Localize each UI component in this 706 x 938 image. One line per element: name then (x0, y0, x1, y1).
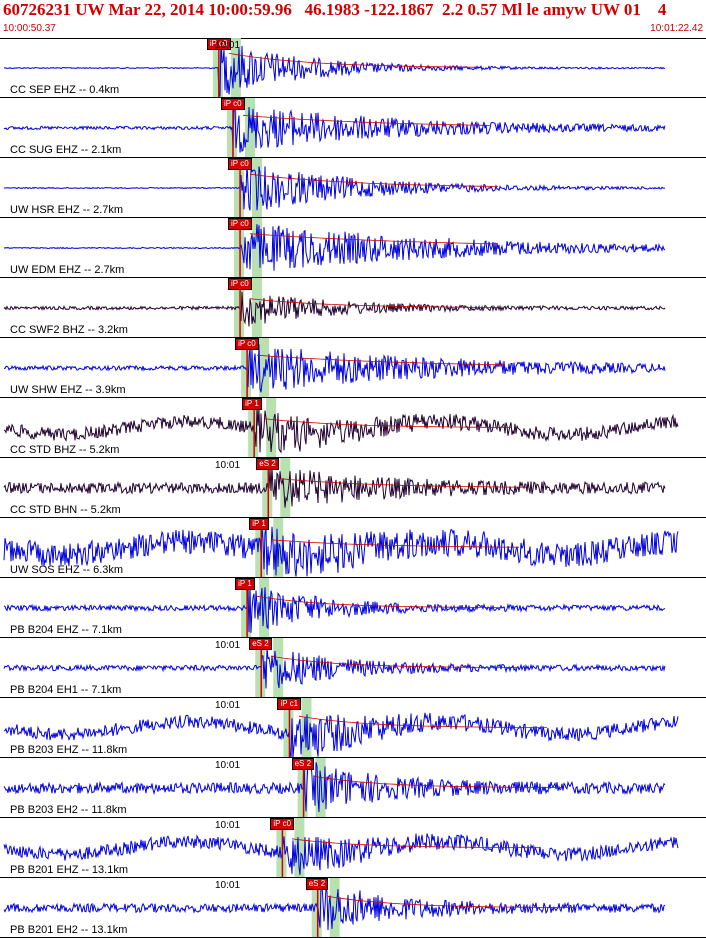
event-title: 60726231 UW Mar 22, 2014 10:00:59.96 46.… (3, 0, 667, 19)
station-channel-label: PB B204 EHZ -- 7.1km (10, 624, 122, 636)
seismogram-panels: iP c0 10:01 CC SEP EHZ -- 0.4km iP c0 CC SUG… (0, 38, 706, 938)
phase-pick-label[interactable]: eS 2 (305, 878, 329, 890)
seismogram-panel[interactable]: eS 2 10:01 PB B201 EH2 -- 13.1km (0, 878, 706, 938)
waveform-trace (3, 466, 666, 508)
seismogram-panel[interactable]: eS 2 10:01 PB B204 EH1 -- 7.1km (0, 638, 706, 698)
start-time-label: 10:00:50.37 (3, 23, 56, 34)
seismogram-panel[interactable]: iP c0 UW SHW EHZ -- 3.9km (0, 338, 706, 398)
seismogram-panel[interactable]: iP 1 CC STD BHZ -- 5.2km (0, 398, 706, 458)
phase-pick-label[interactable]: iP c0 (228, 218, 252, 230)
phase-pick-label[interactable]: eS 2 (256, 458, 279, 470)
time-tick-label: 10:01 (215, 640, 241, 651)
phase-pick-label[interactable]: eS 2 (249, 638, 272, 650)
phase-pick-label[interactable]: iP c0 (228, 158, 252, 170)
station-channel-label: CC SUG EHZ -- 2.1km (10, 144, 122, 156)
time-tick-label: 10:01 (215, 880, 241, 891)
time-tick-label: 10:01 (215, 40, 241, 51)
station-channel-label: CC SWF2 BHZ -- 3.2km (10, 324, 128, 336)
phase-pick-label[interactable]: iP c0 (270, 818, 295, 830)
pick-window-band (273, 638, 284, 697)
waveform-trace (3, 291, 666, 327)
phase-pick-label[interactable]: iP c0 (228, 278, 252, 290)
seismogram-panel[interactable]: iP c0 CC SUG EHZ -- 2.1km (0, 98, 706, 158)
station-channel-label: PB B204 EH1 -- 7.1km (10, 684, 122, 696)
seismogram-panel[interactable]: iP 1 UW SOS EHZ -- 6.3km (0, 518, 706, 578)
seismogram-panel[interactable]: eS 2 10:01 CC STD BHN -- 5.2km (0, 458, 706, 518)
phase-pick-label[interactable]: iP c0 (235, 338, 259, 350)
phase-pick-label[interactable]: iP 1 (235, 578, 255, 590)
seismogram-panel[interactable]: iP 1 PB B204 EHZ -- 7.1km (0, 578, 706, 638)
station-channel-label: PB B203 EHZ -- 11.8km (10, 744, 128, 756)
station-channel-label: UW EDM EHZ -- 2.7km (10, 264, 125, 276)
seismogram-panel[interactable]: eS 2 10:01 PB B203 EH2 -- 11.8km (0, 758, 706, 818)
waveform-trace (3, 647, 666, 689)
station-channel-label: UW SHW EHZ -- 3.9km (10, 384, 126, 396)
station-channel-label: UW SOS EHZ -- 6.3km (10, 564, 124, 576)
pick-window-band (329, 878, 340, 937)
time-tick-label: 10:01 (215, 460, 241, 471)
station-channel-label: PB B201 EHZ -- 13.1km (10, 864, 128, 876)
phase-pick-label[interactable]: iP c1 (277, 698, 302, 710)
station-channel-label: CC STD BHN -- 5.2km (10, 504, 121, 516)
phase-pick-label[interactable]: iP 1 (249, 518, 269, 530)
phase-pick-label[interactable]: iP c0 (220, 98, 245, 110)
phase-pick-label[interactable]: eS 2 (291, 758, 315, 770)
station-channel-label: UW HSR EHZ -- 2.7km (10, 204, 124, 216)
seismogram-panel[interactable]: iP c0 UW EDM EHZ -- 2.7km (0, 218, 706, 278)
station-channel-label: CC SEP EHZ -- 0.4km (10, 84, 120, 96)
seismogram-panel[interactable]: iP c0 CC SWF2 BHZ -- 3.2km (0, 278, 706, 338)
time-tick-label: 10:01 (215, 820, 241, 831)
station-channel-label: PB B201 EH2 -- 13.1km (10, 924, 128, 936)
seismogram-panel[interactable]: iP c1 10:01 PB B203 EHZ -- 11.8km (0, 698, 706, 758)
phase-pick-label[interactable]: iP 1 (242, 398, 262, 410)
seismogram-panel[interactable]: iP c0 10:01 CC SEP EHZ -- 0.4km (0, 38, 706, 98)
seismogram-panel[interactable]: iP c0 UW HSR EHZ -- 2.7km (0, 158, 706, 218)
header-bar: 60726231 UW Mar 22, 2014 10:00:59.96 46.… (0, 0, 706, 39)
station-channel-label: PB B203 EH2 -- 11.8km (10, 804, 127, 816)
seismogram-panel[interactable]: iP c0 10:01 PB B201 EHZ -- 13.1km (0, 818, 706, 878)
time-tick-label: 10:01 (215, 700, 241, 711)
station-channel-label: CC STD BHZ -- 5.2km (10, 444, 120, 456)
end-time-label: 10:01:22.42 (650, 23, 703, 34)
time-tick-label: 10:01 (215, 760, 241, 771)
